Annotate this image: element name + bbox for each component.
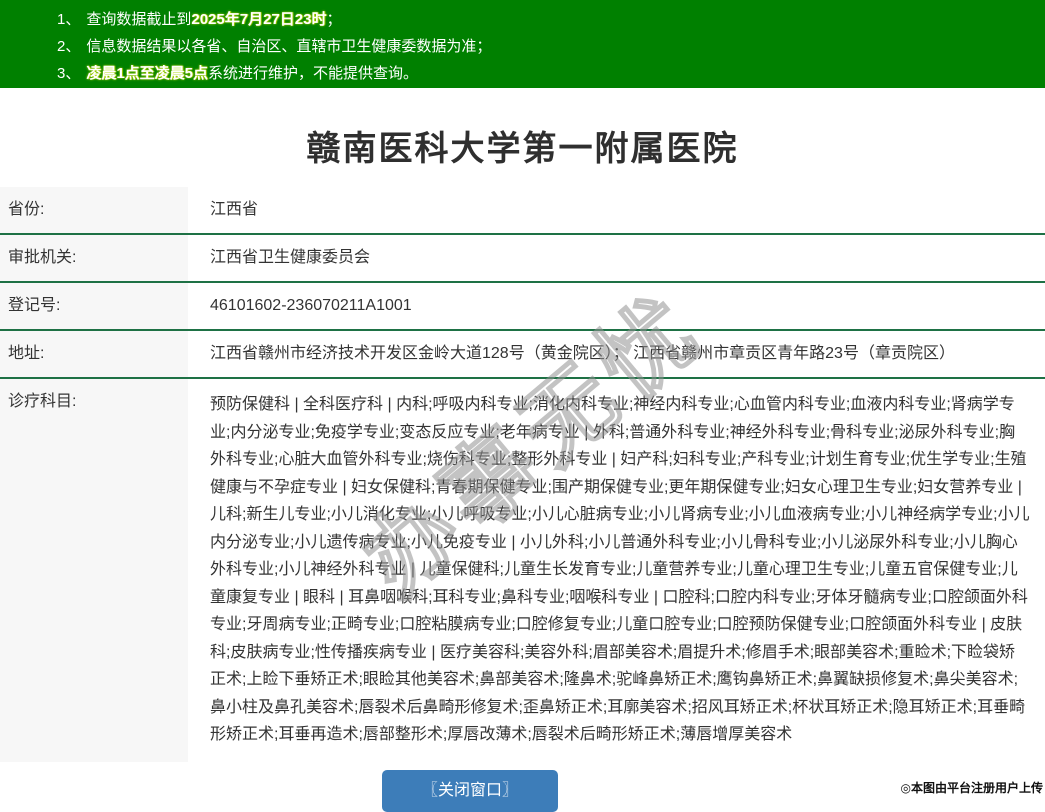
upload-attribution: ◎本图由平台注册用户上传 — [901, 779, 1043, 796]
page-title: 赣南医科大学第一附属医院 — [0, 121, 1045, 170]
hospital-info-table: 省份: 江西省 审批机关: 江西省卫生健康委员会 登记号: 46101602-2… — [0, 187, 1045, 762]
table-row-approval-authority: 审批机关: 江西省卫生健康委员会 — [0, 235, 1045, 283]
button-row: 〖关闭窗口〗 — [0, 770, 940, 812]
notice-text: 查询数据截止到 — [86, 11, 191, 28]
notice-number: 1、 — [57, 11, 80, 28]
row-label: 登记号: — [0, 283, 188, 329]
row-value: 江西省赣州市经济技术开发区金岭大道128号（黄金院区）； 江西省赣州市章贡区青年… — [188, 331, 1045, 377]
notice-item-1: 1、查询数据截止到2025年7月27日23时； — [57, 7, 1045, 33]
row-value: 46101602-236070211A1001 — [188, 283, 1045, 329]
table-row-province: 省份: 江西省 — [0, 187, 1045, 235]
notice-item-2: 2、信息数据结果以各省、自治区、直辖市卫生健康委数据为准； — [57, 34, 1045, 60]
row-label: 省份: — [0, 187, 188, 233]
notice-text: 系统进行维护，不能提供查询。 — [208, 65, 418, 82]
row-label: 诊疗科目: — [0, 379, 188, 762]
row-label: 地址: — [0, 331, 188, 377]
table-row-registration-number: 登记号: 46101602-236070211A1001 — [0, 283, 1045, 331]
notice-highlight: 凌晨1点至凌晨5点 — [86, 65, 208, 82]
row-label: 审批机关: — [0, 235, 188, 281]
row-value: 江西省卫生健康委员会 — [188, 235, 1045, 281]
row-value: 预防保健科 | 全科医疗科 | 内科;呼吸内科专业;消化内科专业;神经内科专业;… — [188, 379, 1045, 762]
row-value: 江西省 — [188, 187, 1045, 233]
table-row-medical-subjects: 诊疗科目: 预防保健科 | 全科医疗科 | 内科;呼吸内科专业;消化内科专业;神… — [0, 379, 1045, 762]
notice-list: 1、查询数据截止到2025年7月27日23时； 2、信息数据结果以各省、自治区、… — [57, 7, 1045, 87]
notice-text: 信息数据结果以各省、自治区、直辖市卫生健康委数据为准； — [86, 38, 491, 55]
notice-text: ； — [326, 11, 341, 28]
notice-number: 3、 — [57, 65, 80, 82]
table-row-address: 地址: 江西省赣州市经济技术开发区金岭大道128号（黄金院区）； 江西省赣州市章… — [0, 331, 1045, 379]
notice-highlight: 2025年7月27日23时 — [191, 11, 326, 28]
notice-item-3: 3、凌晨1点至凌晨5点系统进行维护，不能提供查询。 — [57, 61, 1045, 87]
notice-number: 2、 — [57, 38, 80, 55]
notice-banner: 1、查询数据截止到2025年7月27日23时； 2、信息数据结果以各省、自治区、… — [0, 0, 1045, 88]
close-window-button[interactable]: 〖关闭窗口〗 — [382, 770, 558, 812]
